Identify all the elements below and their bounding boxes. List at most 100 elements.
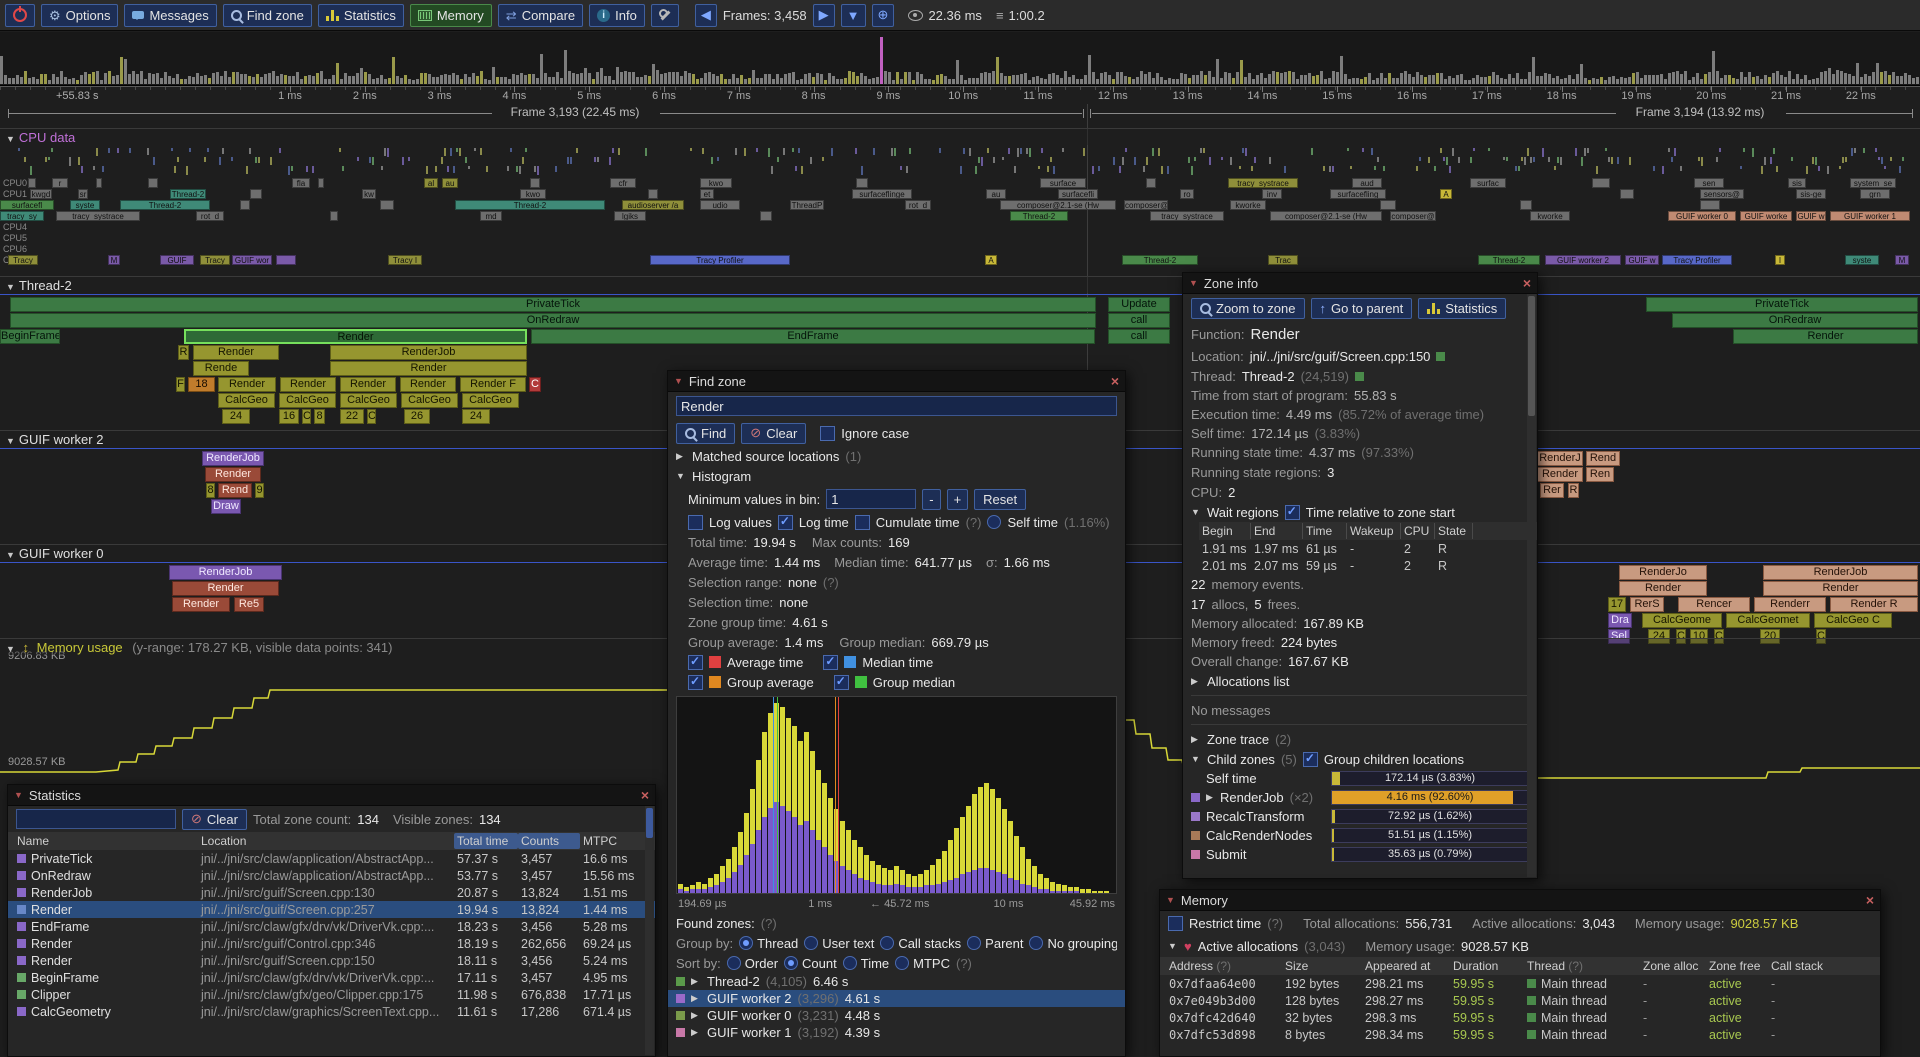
prev-frame-button[interactable]: ◀ [695, 4, 717, 27]
group-by-parent[interactable]: Parent [967, 936, 1023, 951]
zone[interactable]: 8 [314, 409, 325, 424]
child-zone-row[interactable]: CalcRenderNodes51.51 µs (1.15%) [1183, 826, 1537, 845]
cpu-zone[interactable]: sensors@ [1700, 189, 1744, 199]
zone[interactable]: Render [1763, 581, 1918, 596]
column-header-total-time[interactable]: Total time [454, 833, 518, 849]
column-header-duration[interactable]: Duration [1450, 958, 1524, 974]
collapse-icon[interactable]: ▼ [14, 790, 23, 800]
close-icon[interactable]: × [641, 788, 649, 802]
collapse-icon[interactable]: ▼ [674, 376, 683, 386]
find-zone-button[interactable]: Find zone [223, 4, 312, 27]
statistics-row[interactable]: EndFramejni/../jni/src/claw/gfx/drv/vk/D… [8, 918, 655, 935]
cpu-zone[interactable]: kwgd [30, 189, 52, 199]
cpu-zone[interactable] [648, 189, 658, 199]
cpu-zone[interactable]: sen [1694, 178, 1724, 188]
log-values-checkbox[interactable] [688, 515, 703, 530]
cpu-zone[interactable]: sis-ge [1796, 189, 1826, 199]
cpu-zone[interactable]: sis [1788, 178, 1806, 188]
zone[interactable]: PrivateTick [10, 297, 1096, 312]
cpu-zone[interactable]: syste [1845, 255, 1879, 265]
column-header-thread[interactable]: Thread (?) [1524, 958, 1640, 974]
cpu-zone[interactable] [1620, 189, 1634, 199]
zone[interactable]: 16 [279, 409, 299, 424]
zone[interactable]: 24 [222, 409, 250, 424]
zone-info-scrollbar[interactable] [1527, 294, 1536, 877]
cpu-zone[interactable] [856, 178, 868, 188]
cpu-zone[interactable]: Tracy [8, 255, 38, 265]
zone[interactable]: Rencer [1678, 597, 1750, 612]
cpu-zone[interactable] [1592, 178, 1610, 188]
zone-info-titlebar[interactable]: ▼ Zone info × [1183, 273, 1537, 294]
cpu-zone[interactable]: GUIF worker 0 [1668, 211, 1736, 221]
cpu-zone[interactable]: tracy_systrace [1150, 211, 1224, 221]
cpu-zone[interactable]: GUIF worker 1 [1830, 211, 1910, 221]
zone[interactable]: Draw [211, 499, 241, 514]
zone[interactable]: C [302, 409, 311, 424]
cpu-zone[interactable]: md [480, 211, 502, 221]
zone[interactable]: Render [340, 377, 396, 392]
statistics-row[interactable]: PrivateTickjni/../jni/src/claw/applicati… [8, 850, 655, 867]
close-icon[interactable]: × [1111, 374, 1119, 388]
column-header-name[interactable]: Name [14, 833, 198, 849]
cpu-zone[interactable]: al [424, 178, 438, 188]
cpu-zone[interactable] [96, 178, 102, 188]
cpu-zone[interactable]: M [108, 255, 120, 265]
zone[interactable]: RenderJ [1537, 451, 1583, 466]
reset-button[interactable]: Reset [974, 489, 1026, 510]
zone[interactable]: Ren [1586, 467, 1614, 482]
cpu-zone[interactable]: cfr [610, 178, 636, 188]
cpu-zone[interactable] [240, 200, 250, 210]
collapse-icon[interactable]: ▼ [1166, 895, 1175, 905]
column-header-size[interactable]: Size [1282, 958, 1362, 974]
cumulate-time-checkbox[interactable] [855, 515, 870, 530]
thread-header-thread-2[interactable]: ▼Thread-2 [0, 276, 1920, 293]
zone[interactable]: Render [172, 581, 279, 596]
clear-filter-button[interactable]: Clear [182, 809, 247, 830]
zone[interactable]: OnRedraw [10, 313, 1096, 328]
collapse-icon[interactable]: ▼ [6, 550, 15, 560]
cpu-zone[interactable]: Tracy [200, 255, 230, 265]
expand-icon[interactable]: ▶ [676, 451, 686, 462]
zone-group-row[interactable]: ▶GUIF worker 1(3,192)4.39 s [668, 1024, 1125, 1041]
clear-button[interactable]: Clear [741, 423, 806, 444]
sort-by-mtpc[interactable]: MTPC [895, 956, 950, 971]
zone[interactable]: 18 [188, 377, 215, 392]
cpu-zone[interactable] [318, 178, 324, 188]
zone[interactable]: Render [330, 361, 527, 376]
zone[interactable]: CalcGeome [1642, 613, 1722, 628]
collapse-icon[interactable]: ▼ [6, 282, 15, 292]
cpu-zone[interactable]: Thread-2 [120, 200, 210, 210]
cpu-zone[interactable]: tracy_sy [0, 211, 44, 221]
zone[interactable]: 24 [462, 409, 490, 424]
statistics-scrollbar[interactable] [645, 806, 654, 1055]
zone[interactable]: Render [280, 377, 336, 392]
zone[interactable]: Render [184, 329, 527, 344]
statistics-titlebar[interactable]: ▼ Statistics × [8, 785, 655, 806]
cpu-zone[interactable] [1146, 178, 1156, 188]
zone[interactable]: RerS [1630, 597, 1664, 612]
cpu-zone[interactable] [1380, 200, 1396, 210]
cpu-zone[interactable]: au [442, 178, 458, 188]
zone[interactable]: F [176, 377, 185, 392]
power-button[interactable] [5, 4, 35, 27]
cpu-zone[interactable]: inv [1262, 189, 1282, 199]
cpu-zone[interactable]: kworke [1230, 200, 1266, 210]
cpu-zone[interactable]: kworke [1530, 211, 1570, 221]
zone[interactable]: Rende [193, 361, 249, 376]
allocation-row[interactable]: 0x7dfc42d64032 bytes298.3 ms59.95 sMain … [1160, 1009, 1880, 1026]
zone[interactable]: Render [218, 377, 276, 392]
zone[interactable]: BeginFrame [0, 329, 60, 344]
expand-icon[interactable]: ▶ [691, 993, 701, 1004]
cpu-zone[interactable]: system_se [1850, 178, 1896, 188]
statistics-row[interactable]: Renderjni/../jni/src/guif/Screen.cpp:257… [8, 901, 655, 918]
cpu-zone[interactable]: Tracy Profiler [650, 255, 790, 265]
cpu-zone[interactable]: sr [78, 189, 88, 199]
cpu-zone[interactable]: surfaceflinge [852, 189, 912, 199]
zone[interactable]: RenderJob [330, 345, 527, 360]
cpu-zone[interactable] [760, 211, 772, 221]
zone[interactable]: CalcGeo C [1814, 613, 1892, 628]
zone[interactable]: Render [400, 377, 456, 392]
cpu-zone[interactable]: surface [1040, 178, 1086, 188]
zone[interactable]: Dra [1608, 613, 1632, 628]
cpu-zone[interactable]: grn [1860, 189, 1890, 199]
